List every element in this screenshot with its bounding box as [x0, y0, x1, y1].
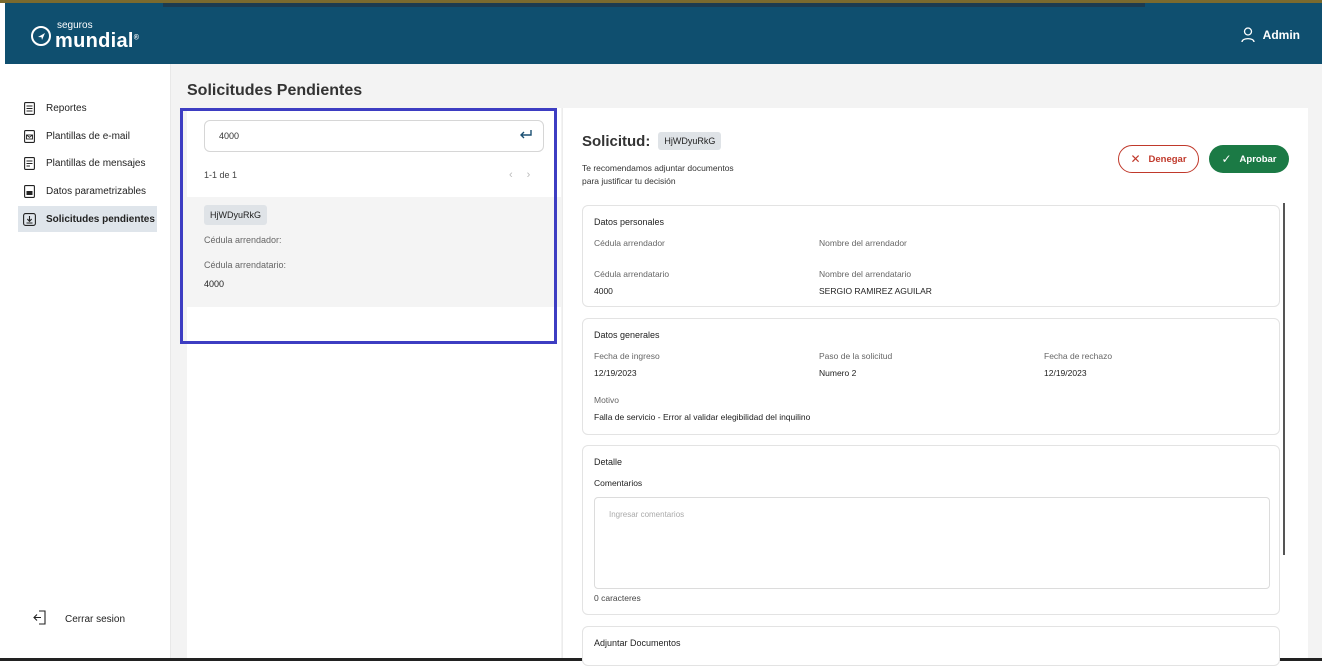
sidebar-item-label: Plantillas de e-mail: [46, 130, 130, 142]
search-value: 4000: [219, 131, 240, 141]
char-count: 0 caracteres: [594, 593, 641, 603]
attach-documents-card: Adjuntar Documentos: [582, 626, 1280, 666]
hint-line-2: para justificar tu decisión: [582, 176, 676, 186]
request-detail-panel: Solicitud: HjWDyuRkG Te recomendamos adj…: [562, 108, 1308, 666]
user-icon: [1241, 27, 1255, 43]
nombre-arrendatario-value: SERGIO RAMIREZ AGUILAR: [819, 286, 932, 296]
main-content: Solicitudes Pendientes 4000 1-1 de 1 ‹› …: [171, 64, 1322, 666]
request-title-label: Solicitud:: [582, 132, 651, 150]
request-id-chip: HjWDyuRkG: [204, 205, 267, 225]
enter-icon[interactable]: [519, 129, 533, 143]
nombre-arrendador-label: Nombre del arrendador: [819, 238, 907, 248]
cedula-arrendatario-value: 4000: [594, 286, 613, 296]
comments-placeholder: Ingresar comentarios: [609, 510, 685, 519]
approve-button[interactable]: ✓ Aprobar: [1209, 145, 1289, 173]
top-accent-strip: [163, 3, 1145, 7]
detail-scrollbar[interactable]: [1283, 203, 1285, 555]
brand-name: mundial: [55, 30, 134, 52]
sidebar-item-reportes[interactable]: Reportes: [18, 95, 157, 121]
user-menu[interactable]: Admin: [1241, 27, 1300, 43]
motivo-value: Falla de servicio - Error al validar ele…: [594, 412, 811, 422]
pending-requests-icon: [22, 212, 36, 226]
attach-hint: Te recomendamos adjuntar documentos para…: [582, 162, 782, 188]
request-title: Solicitud: HjWDyuRkG: [582, 132, 722, 150]
sidebar-item-plantillas-email[interactable]: Plantillas de e-mail: [18, 123, 157, 149]
sidebar: Reportes Plantillas de e-mail Plantillas…: [5, 64, 171, 658]
brand-registered-mark: ®: [133, 34, 140, 42]
top-bar: seguros mundial® Admin: [5, 3, 1322, 64]
card-title: Datos personales: [594, 217, 665, 227]
sidebar-item-label: Plantillas de mensajes: [46, 157, 146, 169]
motivo-label: Motivo: [594, 395, 620, 405]
check-icon: ✓: [1221, 152, 1232, 166]
message-template-icon: [22, 156, 36, 170]
deny-button[interactable]: ✕ Denegar: [1118, 145, 1199, 173]
personal-data-card: Datos personales Cédula arrendador Nombr…: [582, 205, 1280, 307]
paso-solicitud-label: Paso de la solicitud: [819, 351, 893, 361]
list-item[interactable]: HjWDyuRkG Cédula arrendador: Cédula arre…: [187, 197, 561, 307]
chevron-right-icon[interactable]: ›: [527, 169, 545, 181]
search-input[interactable]: 4000: [204, 120, 544, 152]
document-icon: [22, 101, 36, 115]
logout-icon: [33, 610, 47, 628]
logout-label: Cerrar sesion: [65, 613, 126, 625]
nombre-arrendatario-label: Nombre del arrendatario: [819, 269, 912, 279]
cedula-arrendador-label: Cédula arrendador:: [204, 235, 282, 245]
request-id-chip: HjWDyuRkG: [658, 132, 722, 150]
sidebar-item-label: Datos parametrizables: [46, 185, 147, 197]
cedula-arrendatario-label: Cédula arrendatario: [594, 269, 670, 279]
email-template-icon: [22, 129, 36, 143]
sidebar-item-datos-parametrizables[interactable]: Datos parametrizables: [18, 178, 157, 204]
card-title: Detalle: [594, 457, 623, 467]
pagination-controls: ‹›: [509, 169, 544, 181]
brand-logo[interactable]: seguros mundial®: [31, 21, 139, 51]
settings-data-icon: [22, 184, 36, 198]
cedula-arrendador-label: Cédula arrendador: [594, 238, 665, 248]
card-title: Datos generales: [594, 330, 660, 340]
sidebar-item-label: Solicitudes pendientes: [46, 213, 155, 225]
sidebar-item-solicitudes-pendientes[interactable]: Solicitudes pendientes: [18, 206, 157, 232]
fecha-rechazo-value: 12/19/2023: [1044, 368, 1087, 378]
card-title: Adjuntar Documentos: [594, 638, 681, 648]
fecha-ingreso-value: 12/19/2023: [594, 368, 637, 378]
comments-textarea[interactable]: Ingresar comentarios: [594, 497, 1270, 589]
pagination-text: 1-1 de 1: [204, 170, 238, 180]
deny-label: Denegar: [1148, 153, 1187, 165]
paso-solicitud-value: Numero 2: [819, 368, 857, 378]
comentarios-label: Comentarios: [594, 478, 643, 488]
close-icon: ✕: [1130, 152, 1141, 166]
chevron-left-icon[interactable]: ‹: [509, 169, 527, 181]
cedula-arrendatario-label: Cédula arrendatario:: [204, 260, 287, 270]
cedula-arrendatario-value: 4000: [204, 279, 225, 289]
general-data-card: Datos generales Fecha de ingreso 12/19/2…: [582, 318, 1280, 435]
page-title: Solicitudes Pendientes: [187, 82, 363, 99]
fecha-rechazo-label: Fecha de rechazo: [1044, 351, 1113, 361]
sidebar-item-label: Reportes: [46, 102, 87, 114]
detail-card: Detalle Comentarios Ingresar comentarios…: [582, 445, 1280, 615]
sidebar-item-plantillas-mensajes[interactable]: Plantillas de mensajes: [18, 150, 157, 176]
user-name: Admin: [1262, 28, 1300, 42]
fecha-ingreso-label: Fecha de ingreso: [594, 351, 660, 361]
hint-line-1: Te recomendamos adjuntar documentos: [582, 163, 734, 173]
approve-label: Aprobar: [1239, 153, 1277, 165]
logout-button[interactable]: Cerrar sesion: [33, 610, 125, 628]
request-list-panel: 4000 1-1 de 1 ‹› HjWDyuRkG Cédula arrend…: [187, 108, 561, 658]
logo-arrow-icon: [31, 26, 51, 46]
